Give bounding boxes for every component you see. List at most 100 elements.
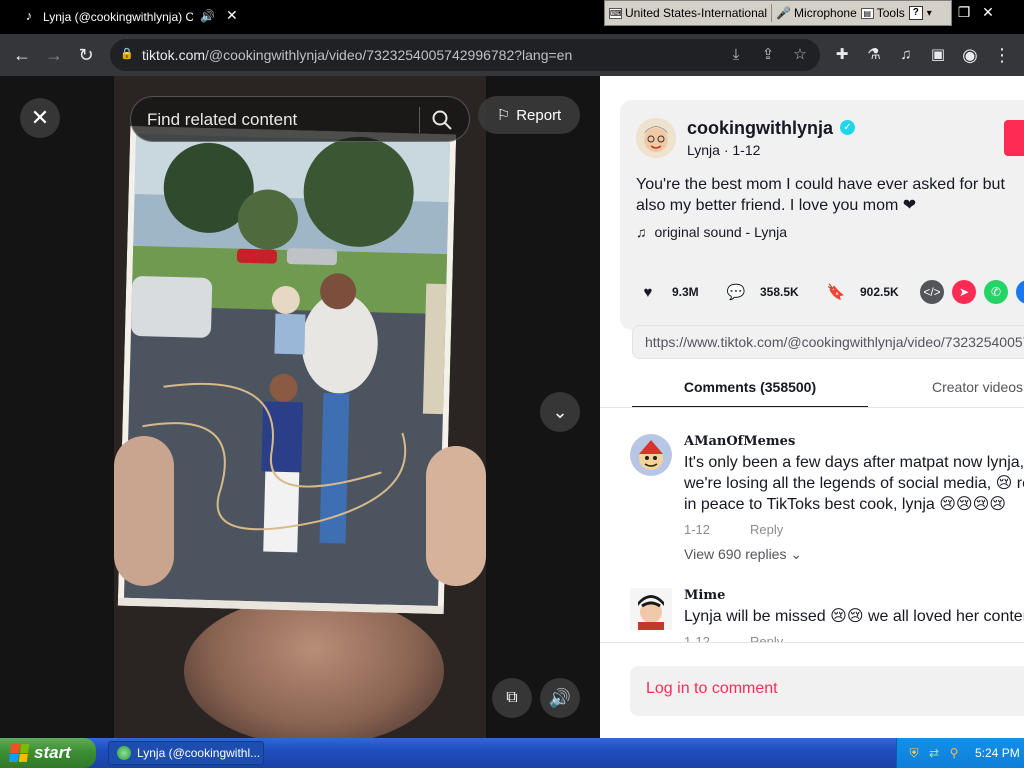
- whatsapp-icon[interactable]: ✆: [984, 280, 1008, 304]
- chevron-down-icon: ⌄: [790, 546, 803, 562]
- media-control-icon[interactable]: ♫: [894, 43, 918, 67]
- tab-close-icon[interactable]: ✕: [226, 7, 238, 24]
- comment-reply-button[interactable]: Reply: [750, 634, 783, 642]
- security-shield-icon[interactable]: ⛨: [907, 746, 921, 760]
- search-placeholder: Find related content: [147, 110, 298, 129]
- login-to-comment-link[interactable]: Log in to comment: [646, 680, 778, 698]
- extensions-icon[interactable]: ✚: [830, 43, 854, 67]
- ime-tools[interactable]: ▤ Tools: [860, 6, 905, 20]
- tab-title: Lynja (@cookingwithlynja) Official: [43, 10, 193, 24]
- sound-link[interactable]: ♫ original sound - Lynja: [636, 224, 787, 240]
- music-note-icon: ♫: [636, 224, 647, 240]
- window-spacer: [1000, 0, 1024, 26]
- start-button[interactable]: start: [0, 738, 96, 768]
- close-video-button[interactable]: ✕: [20, 98, 60, 138]
- profile-icon[interactable]: ◉: [958, 43, 982, 67]
- back-icon[interactable]: ←: [10, 43, 34, 67]
- comment-avatar-image: [630, 588, 672, 630]
- lock-icon: 🔒: [120, 48, 134, 60]
- facebook-icon[interactable]: f: [1016, 280, 1024, 304]
- like-action[interactable]: ♥ 9.3M: [632, 276, 699, 308]
- video-caption: You're the best mom I could have ever as…: [636, 176, 1005, 214]
- url-path: /@cookingwithlynja/video/732325400574299…: [205, 47, 573, 63]
- video-details-panel: cookingwithlynja ✓ Lynja · 1-12 You're t…: [600, 76, 1024, 738]
- save-action[interactable]: 🔖 902.5K: [820, 276, 899, 308]
- tabs-divider: [600, 407, 1024, 408]
- forward-icon[interactable]: →: [42, 43, 66, 67]
- network-icon[interactable]: ⇄: [927, 746, 941, 760]
- save-count: 902.5K: [860, 285, 899, 299]
- browser-toolbar: ← → ↻ 🔒 tiktok.com/@cookingwithlynja/vid…: [0, 34, 1024, 76]
- tab-audio-icon[interactable]: 🔊: [200, 9, 215, 23]
- comment-username[interactable]: AManOfMemes: [684, 434, 795, 449]
- login-to-comment-box[interactable]: Log in to comment: [630, 666, 1024, 716]
- search-icon[interactable]: [431, 109, 453, 131]
- reload-icon[interactable]: ↻: [74, 43, 98, 67]
- embed-icon[interactable]: </>: [920, 280, 944, 304]
- author-nickname-date: Lynja · 1-12: [687, 142, 761, 158]
- comment-action[interactable]: 💬 358.5K: [720, 276, 799, 308]
- comment-meta: 1-12 Reply: [684, 634, 783, 642]
- system-tray: ⛨ ⇄ ⚲ 5:24 PM: [896, 738, 1024, 768]
- ime-language-label: United States-International: [625, 6, 768, 20]
- next-video-button[interactable]: ⌄: [540, 392, 580, 432]
- report-button[interactable]: ⚐ Report: [478, 96, 580, 134]
- address-bar[interactable]: 🔒 tiktok.com/@cookingwithlynja/video/732…: [110, 39, 820, 71]
- action-bar: ♥ 9.3M 💬 358.5K 🔖 902.5K </> ➤ ✆ f: [632, 276, 1024, 308]
- comment-avatar[interactable]: [630, 434, 672, 476]
- restore-icon[interactable]: ❐: [952, 0, 976, 26]
- author-username[interactable]: cookingwithlynja: [687, 118, 833, 139]
- tiktok-logo-icon: ♪: [25, 8, 33, 23]
- side-panel-icon[interactable]: ▣: [926, 43, 950, 67]
- comment-avatar[interactable]: [630, 588, 672, 630]
- labs-icon[interactable]: ⚗: [862, 43, 886, 67]
- comment-box-divider: [600, 642, 1024, 643]
- bookmark-star-icon[interactable]: ☆: [790, 45, 810, 65]
- taskbar-clock[interactable]: 5:24 PM: [975, 746, 1020, 760]
- comment-bubble-icon: 💬: [720, 276, 752, 308]
- report-label: Report: [516, 106, 562, 124]
- copy-link-field[interactable]: https://www.tiktok.com/@cookingwithlynja…: [632, 325, 1024, 359]
- send-to-friends-icon[interactable]: ➤: [952, 280, 976, 304]
- tab-comments[interactable]: Comments (358500): [632, 372, 868, 408]
- install-icon[interactable]: ⤓: [726, 45, 746, 65]
- comment-count: 358.5K: [760, 285, 799, 299]
- address-url[interactable]: tiktok.com/@cookingwithlynja/video/73232…: [142, 47, 572, 63]
- ime-microphone[interactable]: 🎤 Microphone: [776, 6, 857, 20]
- author-avatar[interactable]: [636, 118, 676, 158]
- taskbar-chrome-window[interactable]: Lynja (@cookingwithl...: [108, 741, 264, 765]
- floating-player-button[interactable]: ⧉: [492, 678, 532, 718]
- ime-separator: [771, 4, 773, 22]
- sound-label: original sound - Lynja: [654, 224, 788, 240]
- tab-creator-videos[interactable]: Creator videos: [932, 372, 1024, 408]
- share-page-icon[interactable]: ⇪: [758, 45, 778, 65]
- windows-taskbar: start Lynja (@cookingwithl... ⛨ ⇄ ⚲ 5:24…: [0, 738, 1024, 768]
- taskbar-window-label: Lynja (@cookingwithl...: [137, 746, 261, 760]
- view-replies-button[interactable]: View 690 replies ⌄: [684, 546, 802, 563]
- browser-tab[interactable]: ♪ Lynja (@cookingwithlynja) Official 🔊 ✕: [0, 0, 248, 34]
- url-host: tiktok.com: [142, 47, 206, 63]
- comment-text: It's only been a few days after matpat n…: [684, 454, 1024, 513]
- microphone-icon: 🎤: [776, 6, 792, 20]
- close-window-icon[interactable]: ✕: [976, 0, 1000, 26]
- ime-microphone-label: Microphone: [794, 6, 857, 20]
- video-pane: ✕ Find related content ⚐ Report ⌄ ⧉ 🔊: [0, 76, 600, 738]
- ime-options-icon[interactable]: ▾: [927, 8, 932, 19]
- comment-username[interactable]: Mime: [684, 588, 725, 603]
- volume-button[interactable]: 🔊: [540, 678, 580, 718]
- video-player[interactable]: [114, 76, 486, 738]
- follow-button[interactable]: [1004, 120, 1024, 156]
- help-icon[interactable]: ?: [908, 6, 923, 20]
- menu-kebab-icon[interactable]: ⋮: [990, 43, 1014, 67]
- video-left-hand: [114, 436, 174, 586]
- search-tray-icon[interactable]: ⚲: [947, 746, 961, 760]
- related-search-box[interactable]: Find related content: [130, 96, 470, 142]
- comment-meta: 1-12 Reply: [684, 522, 783, 537]
- comment-reply-button[interactable]: Reply: [750, 522, 783, 537]
- ime-language[interactable]: ⌨ United States-International: [609, 6, 767, 20]
- author-avatar-image: [636, 118, 676, 158]
- window-controls: ❐ ✕: [952, 0, 1024, 26]
- chrome-icon: [117, 746, 131, 760]
- keyboard-icon: ⌨: [609, 7, 622, 19]
- comment-date: 1-12: [684, 634, 711, 642]
